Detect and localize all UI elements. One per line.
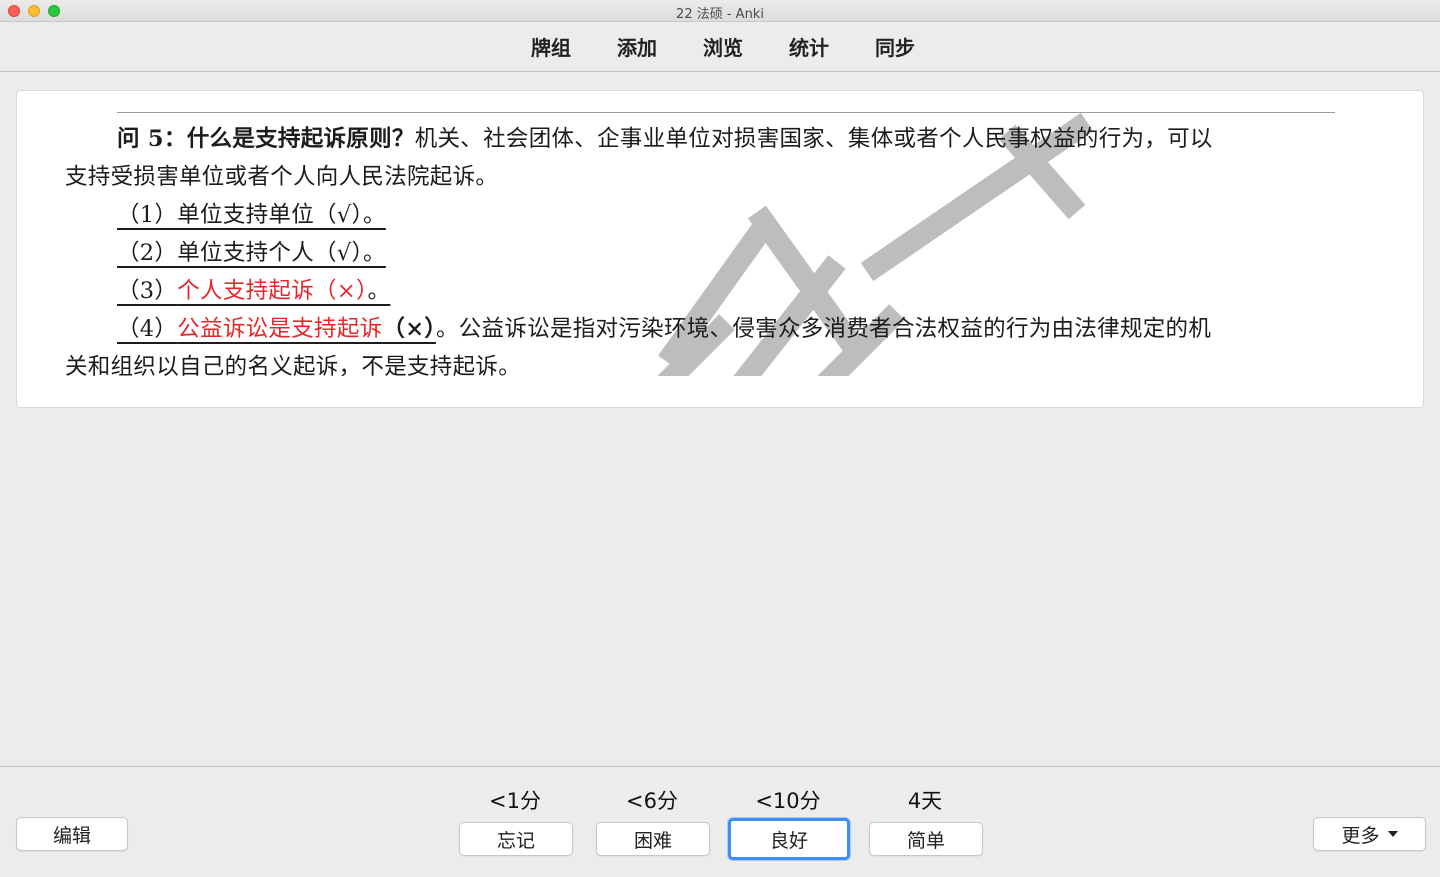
toolbar-add[interactable]: 添加 <box>615 30 659 63</box>
answer-item-3: （3）个人支持起诉（×）。 <box>117 278 390 304</box>
card-content-image: 问 5：什么是支持起诉原则？机关、社会团体、企事业单位对损害国家、集体或者个人民… <box>47 112 1355 376</box>
good-button[interactable]: 良好 <box>728 818 850 860</box>
toolbar-decks[interactable]: 牌组 <box>529 30 573 63</box>
answer-item-4-prefix: （4） <box>117 316 178 342</box>
edit-button[interactable]: 编辑 <box>16 817 128 851</box>
answer-item-4-explanation: 。公益诉讼是指对污染环境、侵害众多消费者合法权益的行为由法律规定的机 <box>435 316 1212 342</box>
answer-item-4: （4）公益诉讼是支持起诉（×） <box>117 316 436 342</box>
main-toolbar: 牌组 添加 浏览 统计 同步 <box>0 22 1440 72</box>
answer-item-4-continuation: 关和组织以自己的名义起诉，不是支持起诉。 <box>65 354 522 376</box>
top-divider <box>117 112 1335 113</box>
toolbar-browse[interactable]: 浏览 <box>701 30 745 63</box>
answer-item-2: （2）单位支持个人（√）。 <box>117 240 386 266</box>
answer-item-1: （1）单位支持单位（√）。 <box>117 202 386 228</box>
interval-hard: <6分 <box>626 789 678 813</box>
question-body-line1: 机关、社会团体、企事业单位对损害国家、集体或者个人民事权益的行为，可以 <box>414 126 1213 152</box>
answer-item-3-suffix: 。 <box>367 278 391 304</box>
answer-item-4-wrong: 公益诉讼是支持起诉 <box>177 316 383 342</box>
again-button[interactable]: 忘记 <box>459 822 573 856</box>
toolbar-sync[interactable]: 同步 <box>873 30 917 63</box>
interval-easy: 4天 <box>907 789 943 813</box>
title-bar: 22 法硕 - Anki <box>0 0 1440 22</box>
answer-item-4-mark: （×） <box>382 316 436 342</box>
window-title: 22 法硕 - Anki <box>676 7 764 22</box>
answer-bar: 编辑 <1分 <6分 <10分 4天 忘记 困难 良好 简单 更多 <box>0 766 1440 877</box>
more-button[interactable]: 更多 <box>1313 817 1426 851</box>
review-card: 问 5：什么是支持起诉原则？机关、社会团体、企事业单位对损害国家、集体或者个人民… <box>16 90 1424 408</box>
easy-button[interactable]: 简单 <box>869 822 983 856</box>
hard-button[interactable]: 困难 <box>596 822 710 856</box>
answer-item-3-wrong: 个人支持起诉（×） <box>177 278 368 304</box>
answer-item-3-prefix: （3） <box>117 278 178 304</box>
question-text: 问 5：什么是支持起诉原则？机关、社会团体、企事业单位对损害国家、集体或者个人民… <box>65 120 1345 376</box>
question-label: 问 5：什么是支持起诉原则？ <box>117 126 415 152</box>
more-button-label: 更多 <box>1341 824 1380 847</box>
toolbar-stats[interactable]: 统计 <box>787 30 831 63</box>
question-body-line2: 支持受损害单位或者个人向人民法院起诉。 <box>65 164 499 190</box>
interval-again: <1分 <box>489 789 541 813</box>
dropdown-caret-icon <box>1387 831 1398 837</box>
interval-good: <10分 <box>755 789 821 813</box>
